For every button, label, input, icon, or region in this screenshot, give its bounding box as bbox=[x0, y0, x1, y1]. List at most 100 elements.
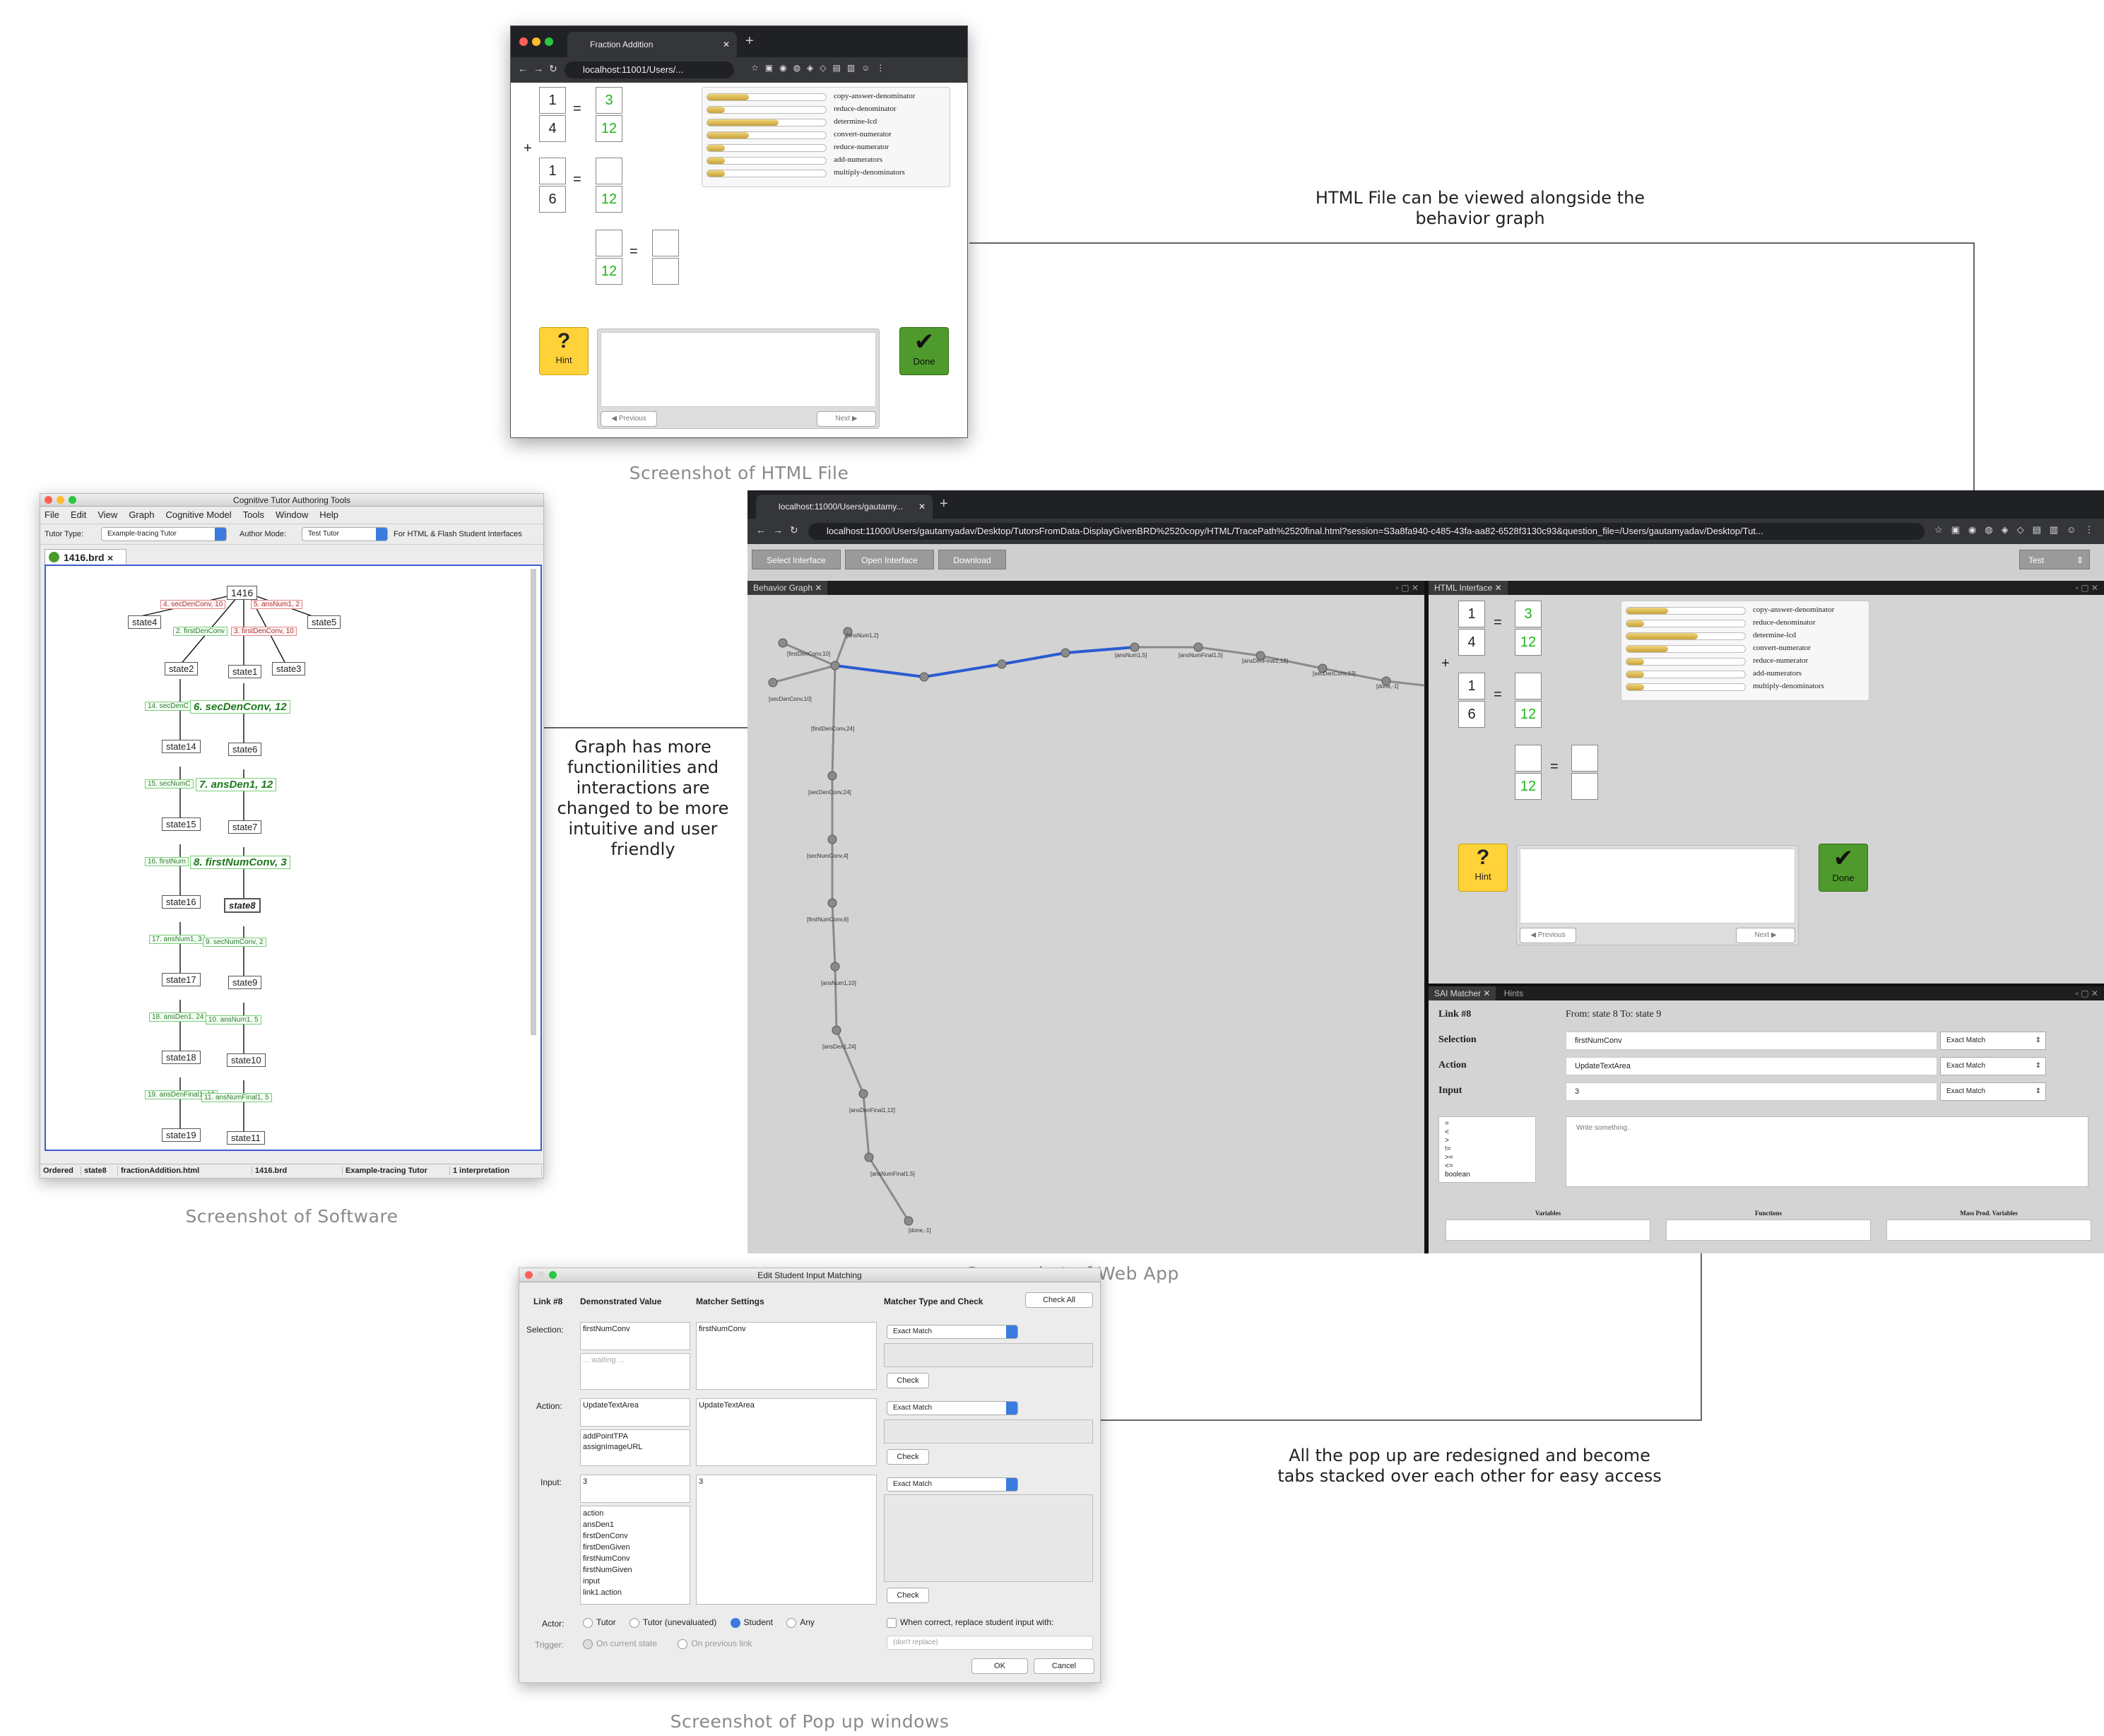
sum-numerator[interactable] bbox=[596, 230, 622, 256]
hint-button[interactable]: ? Hint bbox=[539, 327, 589, 375]
input-demonstrated-value[interactable]: 3 bbox=[580, 1475, 690, 1503]
edge-label[interactable]: 17. ansNum1, 3 bbox=[149, 935, 205, 944]
actor-radio-any[interactable]: Any bbox=[786, 1617, 815, 1628]
list-item[interactable]: firstNumGiven bbox=[583, 1564, 687, 1576]
done-button[interactable]: ✔ Done bbox=[899, 327, 949, 375]
graph-node[interactable] bbox=[919, 672, 929, 682]
graph-node[interactable] bbox=[997, 659, 1007, 669]
graph-node[interactable] bbox=[858, 1089, 868, 1099]
edge-label[interactable]: 3. firstDenConv, 10 bbox=[231, 627, 297, 636]
answer-numerator[interactable] bbox=[652, 230, 679, 256]
download-button[interactable]: Download bbox=[938, 550, 1006, 569]
sai-matcher-tab[interactable]: SAI Matcher ✕ bbox=[1429, 986, 1496, 1000]
zoom-window-button[interactable] bbox=[69, 496, 76, 504]
panel-window-controls-icon[interactable]: ▫ ▢ ✕ bbox=[2076, 986, 2098, 1000]
behavior-graph-canvas[interactable]: 1416 state4 state5 state2 state1 state3 … bbox=[45, 565, 542, 1151]
reload-icon[interactable]: ↻ bbox=[549, 63, 557, 75]
brd-file-tab[interactable]: 1416.brd ✕ bbox=[45, 549, 126, 565]
menu-item[interactable]: Tools bbox=[243, 509, 264, 520]
converted-denominator-2[interactable]: 12 bbox=[1515, 701, 1542, 728]
hint-button[interactable]: ? Hint bbox=[1458, 844, 1508, 892]
input-value-field[interactable]: 3 bbox=[1566, 1082, 1937, 1101]
author-mode-select[interactable]: Test Tutor bbox=[302, 527, 388, 541]
list-item[interactable]: ansDen1 bbox=[583, 1519, 687, 1530]
graph-node[interactable] bbox=[904, 1216, 914, 1226]
actor-radio-student[interactable]: Student bbox=[730, 1617, 773, 1628]
check-all-button[interactable]: Check All bbox=[1025, 1292, 1093, 1308]
graph-edge[interactable] bbox=[834, 664, 925, 678]
list-item[interactable]: link1.action bbox=[583, 1587, 687, 1598]
sum-numerator[interactable] bbox=[1515, 745, 1542, 772]
previous-hint-button[interactable]: ◀ Previous bbox=[601, 411, 657, 427]
graph-node[interactable]: state18 bbox=[162, 1051, 201, 1064]
panel-window-controls-icon[interactable]: ▫ ▢ ✕ bbox=[2076, 581, 2098, 595]
browser-tab[interactable]: Fraction Addition ✕ bbox=[567, 32, 737, 57]
action-matcher-type-select[interactable]: Exact Match bbox=[887, 1401, 1018, 1415]
input-check-button[interactable]: Check bbox=[887, 1588, 929, 1603]
answer-denominator[interactable] bbox=[652, 258, 679, 285]
extension-icons[interactable]: ☆▣◉◍◈◇▤▥☺⋮ bbox=[1934, 524, 2102, 536]
edge-label[interactable]: 10. ansNum1, 5 bbox=[206, 1015, 261, 1025]
browser-tab[interactable]: localhost:11000/Users/gautamy... ✕ bbox=[756, 495, 933, 519]
graph-edge[interactable] bbox=[772, 664, 836, 684]
list-item[interactable]: addPointTPA bbox=[583, 1431, 687, 1442]
close-window-button[interactable] bbox=[525, 1271, 533, 1279]
graph-node[interactable]: state1 bbox=[228, 665, 262, 678]
edge-label[interactable]: 15. secNumC bbox=[145, 779, 194, 789]
graph-node[interactable]: state14 bbox=[162, 740, 201, 753]
menu-item[interactable]: Window bbox=[276, 509, 308, 520]
answer-denominator[interactable] bbox=[1571, 773, 1598, 800]
menu-item[interactable]: Cognitive Model bbox=[165, 509, 231, 520]
address-bar[interactable]: localhost:11000/Users/gautamyadav/Deskto… bbox=[808, 523, 1925, 540]
graph-node[interactable]: state2 bbox=[165, 662, 199, 675]
operator-item[interactable]: <= bbox=[1445, 1162, 1530, 1171]
edge-label-highlighted[interactable]: 8. firstNumConv, 3 bbox=[190, 856, 290, 869]
graph-node[interactable]: state3 bbox=[272, 662, 306, 675]
graph-node[interactable]: 1416 bbox=[227, 586, 258, 600]
replace-input-checkbox[interactable]: When correct, replace student input with… bbox=[887, 1617, 1053, 1628]
list-item[interactable]: assignImageURL bbox=[583, 1442, 687, 1453]
answer-numerator[interactable] bbox=[1571, 745, 1598, 772]
list-item[interactable]: action bbox=[583, 1508, 687, 1519]
graph-node[interactable]: state9 bbox=[228, 976, 262, 989]
graph-node[interactable]: state11 bbox=[227, 1131, 265, 1145]
trigger-radio-current-state[interactable]: On current state bbox=[583, 1638, 657, 1649]
zoom-window-button[interactable] bbox=[545, 37, 553, 46]
graph-node[interactable] bbox=[827, 771, 837, 781]
menu-item[interactable]: Graph bbox=[129, 509, 154, 520]
operator-item[interactable]: != bbox=[1445, 1145, 1530, 1154]
action-input[interactable]: UpdateTextArea bbox=[1566, 1057, 1937, 1075]
panel-window-controls-icon[interactable]: ▫ ▢ ✕ bbox=[1396, 581, 1419, 595]
menu-item[interactable]: File bbox=[45, 509, 59, 520]
close-tab-icon[interactable]: ✕ bbox=[918, 495, 926, 519]
action-options-list[interactable]: addPointTPA assignImageURL bbox=[580, 1429, 690, 1466]
close-tab-icon[interactable]: ✕ bbox=[723, 32, 730, 57]
converted-denominator-1[interactable]: 12 bbox=[596, 115, 622, 142]
edge-label[interactable]: 5. ansNum1, 2 bbox=[251, 600, 303, 609]
graph-node[interactable]: state19 bbox=[162, 1128, 201, 1142]
minimize-window-button[interactable] bbox=[537, 1271, 545, 1279]
operator-item[interactable]: > bbox=[1445, 1137, 1530, 1145]
graph-node[interactable]: state16 bbox=[162, 895, 201, 909]
actor-radio-tutor[interactable]: Tutor bbox=[583, 1617, 616, 1628]
edge-label[interactable]: 16. firstNum bbox=[145, 857, 189, 866]
variables-list[interactable] bbox=[1446, 1220, 1650, 1241]
graph-node[interactable] bbox=[830, 962, 840, 972]
graph-edge[interactable] bbox=[834, 966, 838, 1031]
graph-node[interactable] bbox=[1060, 648, 1070, 658]
operator-item[interactable]: >= bbox=[1445, 1154, 1530, 1162]
action-demonstrated-value[interactable]: UpdateTextArea bbox=[580, 1398, 690, 1427]
list-item[interactable]: firstNumConv bbox=[583, 1553, 687, 1564]
graph-node[interactable] bbox=[768, 678, 778, 687]
new-tab-icon[interactable]: + bbox=[940, 496, 948, 512]
list-item[interactable]: input bbox=[583, 1576, 687, 1587]
graph-node[interactable]: state17 bbox=[162, 973, 201, 986]
edge-label[interactable]: 4. secDenConv, 10 bbox=[160, 600, 226, 609]
converted-numerator-1[interactable]: 3 bbox=[1515, 601, 1542, 627]
graph-node-current[interactable]: state8 bbox=[224, 898, 261, 913]
trigger-radio-previous-link[interactable]: On previous link bbox=[678, 1638, 752, 1649]
edge-label-highlighted[interactable]: 7. ansDen1, 12 bbox=[196, 778, 277, 791]
action-matcher-select[interactable]: Exact Match ⇕ bbox=[1940, 1057, 2046, 1075]
tutor-type-select[interactable]: Example-tracing Tutor bbox=[101, 527, 227, 541]
selection-matcher-type-select[interactable]: Exact Match bbox=[887, 1325, 1018, 1339]
